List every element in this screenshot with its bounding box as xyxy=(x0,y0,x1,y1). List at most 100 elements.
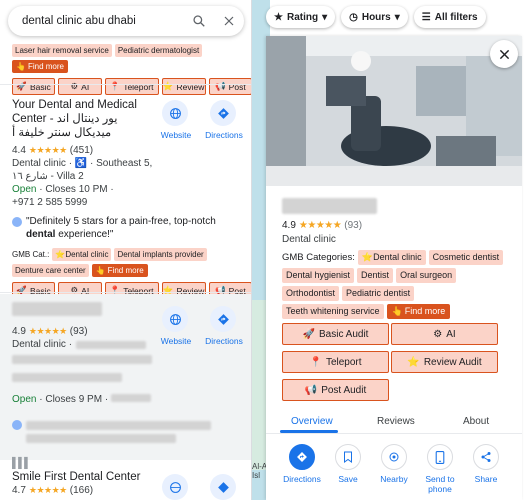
website-label: Website xyxy=(160,336,192,346)
tab-overview[interactable]: Overview xyxy=(291,416,333,427)
teleport-button[interactable]: 📍 Teleport xyxy=(282,351,389,373)
star-icon: ⭐ xyxy=(361,252,374,262)
avatar xyxy=(12,420,22,430)
search-box[interactable]: dental clinic abu dhabi xyxy=(8,6,244,36)
post-audit-button[interactable]: 📢 Post Audit xyxy=(282,379,389,401)
review-audit-button[interactable]: ⭐ Review Audit xyxy=(391,351,498,373)
search-icon[interactable] xyxy=(184,6,214,36)
ai-icon: ⚙ xyxy=(70,81,79,91)
category-tag: Pediatric dermatologist xyxy=(114,44,203,57)
directions-action[interactable]: Directions xyxy=(205,100,243,140)
directions-label: Directions xyxy=(205,130,243,140)
category-tag: Pediatric dentist xyxy=(342,286,415,301)
search-input[interactable]: dental clinic abu dhabi xyxy=(22,15,184,27)
rating-value: 4.9 xyxy=(12,326,26,337)
clear-search-icon[interactable] xyxy=(214,6,244,36)
rating-stars: ★★★★★ xyxy=(28,326,67,336)
save-action[interactable]: Save xyxy=(328,444,368,484)
rating-row: 4.4 ★★★★★ (451) xyxy=(12,144,251,157)
basic-audit-button[interactable]: 🚀 Basic xyxy=(12,78,56,95)
star-icon: ⭐ xyxy=(407,356,420,368)
review-button[interactable]: ⭐ Review xyxy=(161,78,206,95)
clock-icon: ◷ xyxy=(349,11,358,23)
ai-button[interactable]: ⚙ AI xyxy=(391,323,498,345)
teleport-button[interactable]: 📍 Teleport xyxy=(104,78,159,95)
review-count: (451) xyxy=(69,145,94,156)
partial-result: Laser hair removal service Pediatric der… xyxy=(0,44,251,95)
website-icon[interactable] xyxy=(162,100,188,126)
category-tag: Denture care center xyxy=(12,264,89,277)
category-tag: ⭐Dental clinic xyxy=(52,248,112,261)
rating-value: 4.9 xyxy=(282,220,296,231)
share-action[interactable]: Share xyxy=(466,444,506,484)
directions-icon[interactable] xyxy=(210,474,236,500)
post-icon: 📢 xyxy=(304,384,318,396)
post-button[interactable]: 📢 Post xyxy=(208,78,251,95)
ai-button[interactable]: ⚙ AI xyxy=(58,78,102,95)
directions-icon[interactable] xyxy=(210,100,236,126)
phone-icon[interactable] xyxy=(427,444,453,470)
directions-action[interactable] xyxy=(210,474,236,500)
redacted-place-name xyxy=(12,302,102,316)
directions-label: Directions xyxy=(283,474,321,484)
tab-about[interactable]: About xyxy=(463,416,489,427)
tabs-divider xyxy=(266,433,522,434)
rating-value: 4.4 xyxy=(12,145,26,156)
basic-audit-button[interactable]: 🚀 Basic Audit xyxy=(282,323,389,345)
save-label: Save xyxy=(338,474,358,484)
results-panel: dental clinic abu dhabi Laser hair remov… xyxy=(0,0,252,500)
rating-stars: ★★★★★ xyxy=(28,145,67,155)
nearby-icon[interactable] xyxy=(381,444,407,470)
rating-row: 4.9 ★★★★★ (93) xyxy=(282,220,362,231)
gmb-categories: GMB Categories: ⭐Dental clinic Cosmetic … xyxy=(282,250,514,319)
address-line: شارع ١٦ - Villa 2 xyxy=(12,171,84,182)
send-to-phone-label: Send to phone xyxy=(425,474,455,494)
review-snippet: "Definitely 5 stars for a pain-free, top… xyxy=(12,215,251,241)
website-icon[interactable] xyxy=(162,306,188,332)
directions-icon[interactable] xyxy=(210,306,236,332)
category-tag: Dental hygienist xyxy=(282,268,355,283)
bookmark-icon[interactable] xyxy=(335,444,361,470)
pin-icon: 📍 xyxy=(309,356,322,368)
send-to-phone-action[interactable]: Send to phone xyxy=(420,444,460,494)
rating-stars: ★★★★★ xyxy=(28,485,67,495)
review-count[interactable]: (93) xyxy=(344,220,362,231)
category-tag: Teeth whitening service xyxy=(282,304,384,319)
review-count: (166) xyxy=(69,485,94,496)
website-action[interactable] xyxy=(162,474,188,500)
hours-filter[interactable]: ◷ Hours ▾ xyxy=(341,6,408,28)
gmb-categories: GMB Cat.: ⭐Dental clinic Dental implants… xyxy=(12,248,248,277)
place-category[interactable]: Dental clinic xyxy=(282,234,336,245)
directions-icon[interactable] xyxy=(289,444,315,470)
directions-action[interactable]: Directions xyxy=(282,444,322,484)
place-photo[interactable] xyxy=(266,36,522,186)
star-icon: ⭐ xyxy=(162,81,174,91)
avatar xyxy=(12,217,22,227)
find-more-button[interactable]: 👆 Find more xyxy=(91,264,148,277)
tab-reviews[interactable]: Reviews xyxy=(377,416,415,427)
find-more-button[interactable]: 👆 Find more xyxy=(386,304,451,319)
website-action[interactable]: Website xyxy=(161,100,191,140)
star-icon: ⭐ xyxy=(55,250,66,259)
website-icon[interactable] xyxy=(162,474,188,500)
find-more-button[interactable]: 👆 Find more xyxy=(12,60,68,73)
place-name[interactable]: Your Dental and Medical Center - يور دين… xyxy=(12,98,152,140)
redacted-address xyxy=(12,355,152,364)
maps-app: dental clinic abu dhabi Laser hair remov… xyxy=(0,0,524,500)
nearby-action[interactable]: Nearby xyxy=(374,444,414,484)
rocket-icon: 🚀 xyxy=(16,81,28,91)
website-action[interactable]: Website xyxy=(161,306,191,346)
hours-line: Open · Closes 10 PM · xyxy=(12,184,114,195)
active-tab-indicator xyxy=(280,430,338,433)
directions-action[interactable]: Directions xyxy=(205,306,243,346)
divider xyxy=(0,292,251,293)
place-detail-panel: 4.9 ★★★★★ (93) Dental clinic GMB Categor… xyxy=(266,36,522,500)
all-filters-button[interactable]: ☰ All filters xyxy=(413,6,486,28)
rating-filter[interactable]: ★ Rating ▾ xyxy=(266,6,336,28)
share-icon[interactable] xyxy=(473,444,499,470)
close-panel-button[interactable] xyxy=(490,40,518,68)
category-tags: Laser hair removal service Pediatric der… xyxy=(12,44,251,73)
directions-label: Directions xyxy=(205,336,243,346)
ai-icon: ⚙ xyxy=(433,328,443,340)
divider xyxy=(0,84,251,85)
